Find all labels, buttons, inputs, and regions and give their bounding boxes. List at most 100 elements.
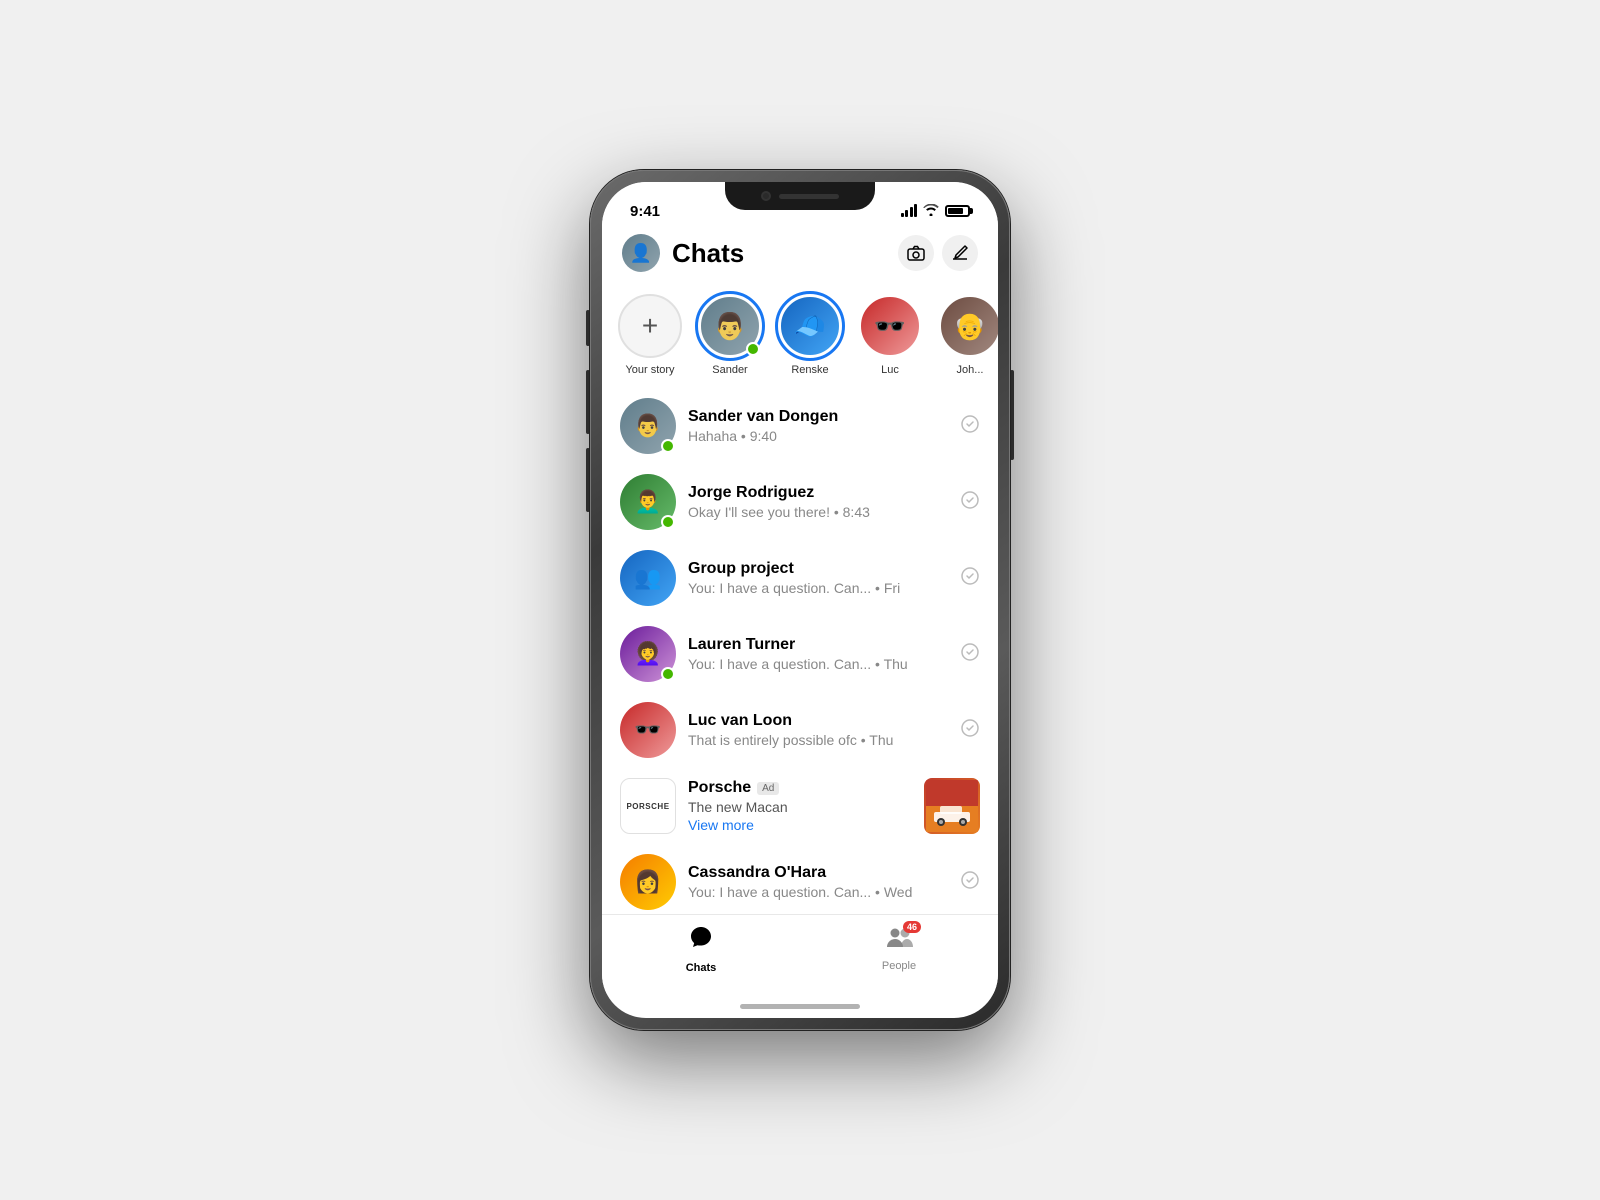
- chat-name-luc: Luc van Loon: [688, 712, 948, 730]
- chat-avatar-wrap-lauren: 👩‍🦱: [620, 626, 676, 682]
- online-dot-sander: [661, 439, 675, 453]
- chat-avatar-wrap-cassandra: 👩: [620, 854, 676, 910]
- camera-button[interactable]: [898, 235, 934, 271]
- chat-item-jorge[interactable]: 👨‍🦱 Jorge Rodriguez Okay I'll see you th…: [602, 464, 998, 540]
- chat-avatar-wrap-group: 👥: [620, 550, 676, 606]
- ad-image-porsche: [924, 778, 980, 834]
- speaker: [779, 194, 839, 199]
- ad-view-more-link[interactable]: View more: [688, 817, 912, 833]
- chats-nav-icon: [688, 925, 714, 958]
- header-left: 👤 Chats: [622, 234, 744, 272]
- chat-preview-jorge: Okay I'll see you there! • 8:43: [688, 504, 948, 520]
- chat-avatar-cassandra: 👩: [620, 854, 676, 910]
- story-item-john[interactable]: 👴 Joh...: [938, 294, 998, 376]
- phone-screen: 9:41: [602, 182, 998, 1018]
- user-avatar[interactable]: 👤: [622, 234, 660, 272]
- chat-name-sander: Sander van Dongen: [688, 408, 948, 426]
- story-name-john: Joh...: [957, 364, 984, 376]
- chat-content-group: Group project You: I have a question. Ca…: [688, 560, 948, 596]
- chat-preview-group: You: I have a question. Can... • Fri: [688, 580, 948, 596]
- status-time: 9:41: [630, 203, 660, 220]
- story-avatar-wrapper-john: 👴: [938, 294, 998, 358]
- home-indicator: [602, 994, 998, 1018]
- nav-tab-people[interactable]: 46 People: [800, 925, 998, 974]
- chat-avatar-wrap-sander: 👨: [620, 398, 676, 454]
- story-name-sander: Sander: [712, 364, 747, 376]
- story-ring-renske: [775, 291, 845, 361]
- phone-frame: 9:41: [590, 170, 1010, 1030]
- story-name-renske: Renske: [791, 364, 828, 376]
- bottom-nav: Chats 46 People: [602, 914, 998, 994]
- story-avatar-luc: 🕶️: [858, 294, 922, 358]
- chat-item-lauren[interactable]: 👩‍🦱 Lauren Turner You: I have a question…: [602, 616, 998, 692]
- ad-name-row: Porsche Ad: [688, 779, 912, 797]
- wifi-icon: [923, 204, 939, 219]
- story-add-label: Your story: [625, 364, 674, 376]
- read-check-cassandra: [960, 870, 980, 895]
- chat-content-cassandra: Cassandra O'Hara You: I have a question.…: [688, 864, 948, 900]
- story-add-button[interactable]: +: [618, 294, 682, 358]
- chat-name-jorge: Jorge Rodriguez: [688, 484, 948, 502]
- chat-content-jorge: Jorge Rodriguez Okay I'll see you there!…: [688, 484, 948, 520]
- read-check-lauren: [960, 642, 980, 667]
- story-item-sander[interactable]: 👨 Sander: [698, 294, 762, 376]
- home-bar: [740, 1004, 860, 1009]
- read-check-sander: [960, 414, 980, 439]
- story-item-renske[interactable]: 🧢 Renske: [778, 294, 842, 376]
- chat-name-cassandra: Cassandra O'Hara: [688, 864, 948, 882]
- people-icon-wrapper: 46: [885, 925, 913, 956]
- story-add-item[interactable]: + Your story: [618, 294, 682, 376]
- chat-avatar-wrap-luc2: 🕶️: [620, 702, 676, 758]
- status-icons: [901, 204, 971, 219]
- online-dot-lauren: [661, 667, 675, 681]
- ad-badge: Ad: [757, 782, 779, 795]
- story-avatar-john: 👴: [938, 294, 998, 358]
- chats-nav-label: Chats: [686, 962, 717, 974]
- read-check-group: [960, 566, 980, 591]
- chat-name-group: Group project: [688, 560, 948, 578]
- people-nav-label: People: [882, 960, 916, 972]
- ad-logo-porsche: PORSCHE: [620, 778, 676, 834]
- story-name-luc: Luc: [881, 364, 899, 376]
- online-indicator-sander: [746, 342, 760, 356]
- battery-icon: [945, 205, 970, 217]
- chat-preview-luc: That is entirely possible ofc • Thu: [688, 732, 948, 748]
- chat-item-cassandra[interactable]: 👩 Cassandra O'Hara You: I have a questio…: [602, 844, 998, 914]
- chat-content-sander: Sander van Dongen Hahaha • 9:40: [688, 408, 948, 444]
- story-avatar-wrapper-sander: 👨: [698, 294, 762, 358]
- chat-preview-cassandra: You: I have a question. Can... • Wed: [688, 884, 948, 900]
- chat-item-group[interactable]: 👥 Group project You: I have a question. …: [602, 540, 998, 616]
- chat-item-sander[interactable]: 👨 Sander van Dongen Hahaha • 9:40: [602, 388, 998, 464]
- chat-list: 👨 Sander van Dongen Hahaha • 9:40 👨‍🦱: [602, 388, 998, 914]
- compose-button[interactable]: [942, 235, 978, 271]
- notch: [725, 182, 875, 210]
- chat-item-luc[interactable]: 🕶️ Luc van Loon That is entirely possibl…: [602, 692, 998, 768]
- ad-description: The new Macan: [688, 799, 912, 815]
- camera-notch: [761, 191, 771, 201]
- chat-content-lauren: Lauren Turner You: I have a question. Ca…: [688, 636, 948, 672]
- chat-avatar-group: 👥: [620, 550, 676, 606]
- people-badge: 46: [903, 921, 921, 933]
- nav-tab-chats[interactable]: Chats: [602, 925, 800, 974]
- chat-avatar-wrap-jorge: 👨‍🦱: [620, 474, 676, 530]
- page-title: Chats: [672, 238, 744, 269]
- chat-content-luc: Luc van Loon That is entirely possible o…: [688, 712, 948, 748]
- read-check-luc: [960, 718, 980, 743]
- ad-item-porsche[interactable]: PORSCHE Porsche Ad The new Macan View mo…: [602, 768, 998, 844]
- read-check-jorge: [960, 490, 980, 515]
- chat-preview-lauren: You: I have a question. Can... • Thu: [688, 656, 948, 672]
- stories-row[interactable]: + Your story 👨 Sander: [602, 282, 998, 388]
- header: 👤 Chats: [602, 226, 998, 282]
- story-item-luc[interactable]: 🕶️ Luc: [858, 294, 922, 376]
- chat-preview-sander: Hahaha • 9:40: [688, 428, 948, 444]
- ad-content-porsche: Porsche Ad The new Macan View more: [688, 779, 912, 833]
- header-icons: [898, 235, 978, 271]
- power-button: [1010, 370, 1014, 460]
- ad-brand-name: Porsche: [688, 779, 751, 797]
- signal-icon: [901, 205, 918, 217]
- chat-name-lauren: Lauren Turner: [688, 636, 948, 654]
- story-avatar-wrapper-luc: 🕶️: [858, 294, 922, 358]
- online-dot-jorge: [661, 515, 675, 529]
- chat-avatar-luc2: 🕶️: [620, 702, 676, 758]
- story-avatar-wrapper-renske: 🧢: [778, 294, 842, 358]
